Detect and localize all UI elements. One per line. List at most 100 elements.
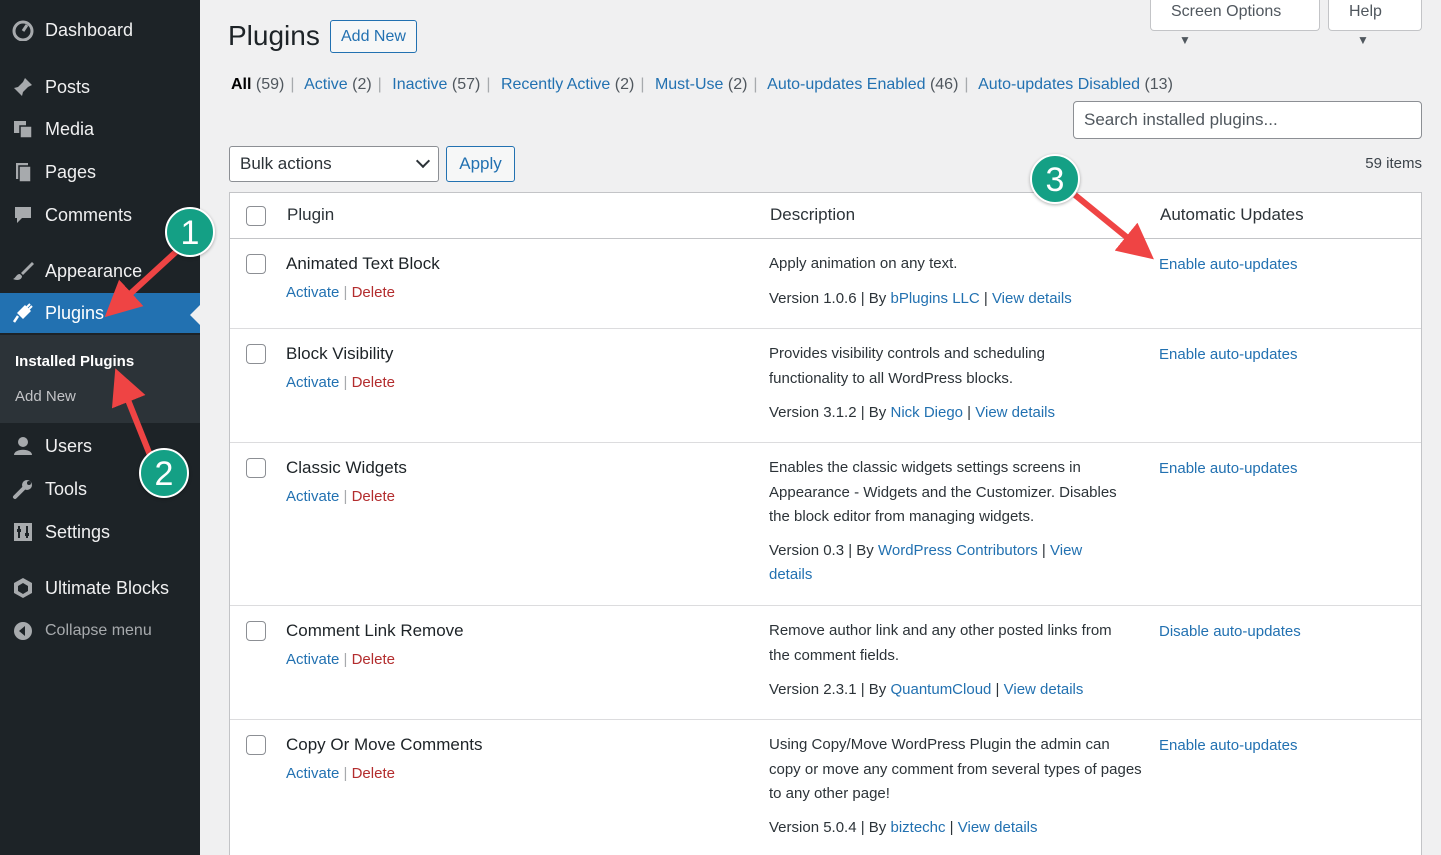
plugin-version-line: Version 0.3 | By WordPress Contributors … <box>769 542 1083 583</box>
filter-recently-active[interactable]: Recently Active <box>501 76 610 93</box>
table-row: Classic Widgets Activate | Delete Enable… <box>230 443 1421 606</box>
filter-all[interactable]: All <box>231 76 251 93</box>
pin-icon <box>11 75 35 99</box>
apply-button[interactable]: Apply <box>446 146 515 182</box>
select-all-checkbox[interactable] <box>246 206 266 226</box>
filter-count: (2) <box>727 76 748 93</box>
author-link[interactable]: WordPress Contributors <box>878 542 1038 559</box>
pages-icon <box>11 160 35 184</box>
by-label: By <box>856 542 874 559</box>
row-checkbox[interactable] <box>246 735 266 755</box>
ultimate-blocks-icon <box>11 576 35 600</box>
table-row: Copy Or Move Comments Activate | Delete … <box>230 720 1421 855</box>
by-label: By <box>868 404 887 421</box>
menu-ultimate-blocks[interactable]: Ultimate Blocks <box>0 568 200 608</box>
row-checkbox[interactable] <box>246 254 266 274</box>
plugin-name: Animated Text Block <box>286 254 440 273</box>
menu-media[interactable]: Media <box>0 109 200 149</box>
chevron-down-icon <box>415 153 431 169</box>
submenu-installed-plugins[interactable]: Installed Plugins <box>15 353 134 370</box>
row-checkbox[interactable] <box>246 458 266 478</box>
step-badge-1: 1 <box>165 207 215 257</box>
plugin-version: Version 1.0.6 <box>769 290 857 307</box>
menu-plugins[interactable]: Plugins <box>0 293 200 333</box>
plugins-submenu: Installed Plugins Add New <box>0 335 200 423</box>
row-actions: Activate | Delete <box>286 765 395 782</box>
author-link[interactable]: QuantumCloud <box>890 681 991 698</box>
users-icon <box>11 434 35 458</box>
search-plugins-input[interactable] <box>1073 101 1422 139</box>
activate-link[interactable]: Activate <box>286 488 339 505</box>
row-checkbox[interactable] <box>246 621 266 641</box>
step-badge-2: 2 <box>139 448 189 498</box>
delete-link[interactable]: Delete <box>352 765 395 782</box>
help-button[interactable]: Help ▼ <box>1328 0 1422 47</box>
menu-settings[interactable]: Settings <box>0 512 200 552</box>
plugin-version-line: Version 2.3.1 | By QuantumCloud | View d… <box>769 681 1084 698</box>
row-actions: Activate | Delete <box>286 488 395 505</box>
menu-label: Users <box>45 435 93 456</box>
settings-icon <box>11 520 35 544</box>
add-new-button[interactable]: Add New <box>330 20 417 53</box>
row-checkbox[interactable] <box>246 344 266 364</box>
row-actions: Activate | Delete <box>286 374 395 391</box>
plugin-name: Comment Link Remove <box>286 621 464 640</box>
plugin-version: Version 2.3.1 <box>769 681 857 698</box>
collapse-menu[interactable]: Collapse menu <box>0 611 200 651</box>
plugin-description: Apply animation on any text. <box>769 255 958 272</box>
menu-label: Appearance <box>45 260 143 281</box>
view-details-link[interactable]: View details <box>992 290 1072 307</box>
delete-link[interactable]: Delete <box>352 374 395 391</box>
activate-link[interactable]: Activate <box>286 284 339 301</box>
menu-label: Plugins <box>45 302 105 323</box>
filter-auto-updates-disabled[interactable]: Auto-updates Disabled <box>978 76 1140 93</box>
activate-link[interactable]: Activate <box>286 651 339 668</box>
items-count: 59 items <box>1365 155 1422 172</box>
menu-posts[interactable]: Posts <box>0 67 200 107</box>
filter-active[interactable]: Active <box>304 76 348 93</box>
view-details-link[interactable]: View details <box>1004 681 1084 698</box>
menu-dashboard[interactable]: Dashboard <box>0 10 200 50</box>
author-link[interactable]: biztechc <box>890 819 945 836</box>
menu-label: Posts <box>45 76 91 97</box>
filter-count: (46) <box>929 76 959 93</box>
view-details-link[interactable]: View details <box>975 404 1055 421</box>
table-row: Comment Link Remove Activate | Delete Re… <box>230 606 1421 720</box>
auto-update-link[interactable]: Disable auto-updates <box>1159 623 1301 640</box>
plugin-description: Using Copy/Move WordPress Plugin the adm… <box>769 736 1142 802</box>
activate-link[interactable]: Activate <box>286 765 339 782</box>
activate-link[interactable]: Activate <box>286 374 339 391</box>
step-badge-3: 3 <box>1030 154 1080 204</box>
delete-link[interactable]: Delete <box>352 651 395 668</box>
plugin-icon <box>11 301 35 325</box>
submenu-add-new[interactable]: Add New <box>15 388 76 405</box>
screen-options-button[interactable]: Screen Options ▼ <box>1150 0 1320 47</box>
author-link[interactable]: bPlugins LLC <box>890 290 979 307</box>
auto-update-link[interactable]: Enable auto-updates <box>1159 346 1297 363</box>
auto-update-link[interactable]: Enable auto-updates <box>1159 460 1297 477</box>
menu-label: Settings <box>45 521 111 542</box>
menu-pages[interactable]: Pages <box>0 152 200 192</box>
screen-options-label: Screen Options <box>1171 3 1282 20</box>
plugin-name: Classic Widgets <box>286 458 407 477</box>
plugin-description: Remove author link and any other posted … <box>769 622 1112 664</box>
bulk-actions-value: Bulk actions <box>240 154 332 173</box>
view-details-link[interactable]: View details <box>958 819 1038 836</box>
bulk-actions-select[interactable]: Bulk actions <box>229 146 439 182</box>
delete-link[interactable]: Delete <box>352 284 395 301</box>
author-link[interactable]: Nick Diego <box>890 404 963 421</box>
delete-link[interactable]: Delete <box>352 488 395 505</box>
column-description: Description <box>770 205 856 224</box>
filter-inactive[interactable]: Inactive <box>392 76 447 93</box>
filter-auto-updates-enabled[interactable]: Auto-updates Enabled <box>767 76 925 93</box>
collapse-icon <box>11 619 35 643</box>
menu-label: Ultimate Blocks <box>45 577 170 598</box>
row-actions: Activate | Delete <box>286 651 395 668</box>
menu-appearance[interactable]: Appearance <box>0 251 200 291</box>
auto-update-link[interactable]: Enable auto-updates <box>1159 256 1297 273</box>
column-automatic-updates: Automatic Updates <box>1160 205 1304 224</box>
filter-must-use[interactable]: Must-Use <box>655 76 723 93</box>
help-label: Help <box>1349 3 1382 20</box>
wrench-icon <box>11 477 35 501</box>
auto-update-link[interactable]: Enable auto-updates <box>1159 737 1297 754</box>
